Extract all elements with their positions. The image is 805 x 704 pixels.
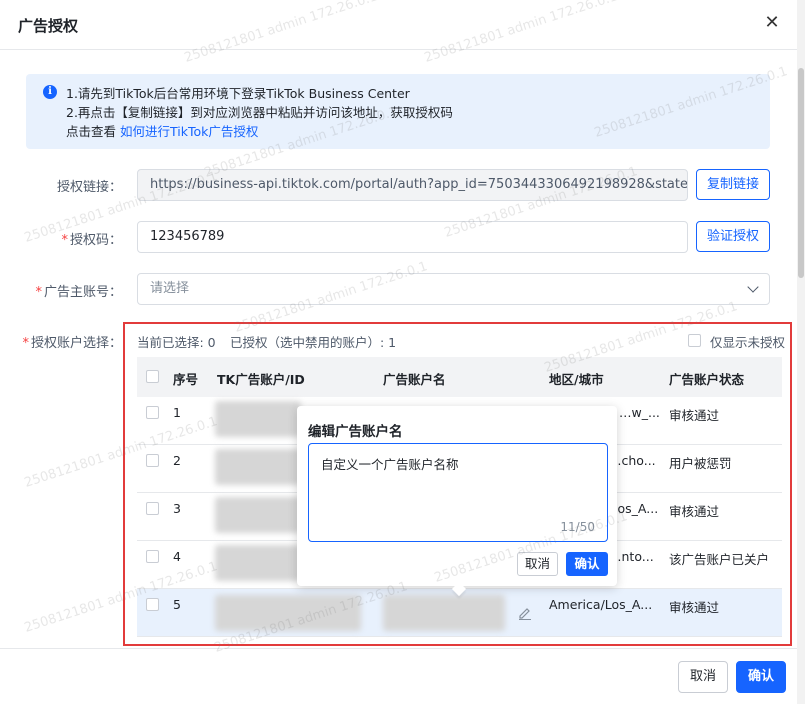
required-mark: *: [61, 233, 68, 248]
advertiser-label: * 广告主账号：: [35, 281, 122, 300]
chevron-down-icon: [747, 281, 759, 293]
notice-line-2: 2.再点击【复制链接】到对应浏览器中粘贴并访问该地址，获取授权码: [66, 105, 453, 120]
notice-line-1: 1.请先到TikTok后台常用环境下登录TikTok Business Cent…: [66, 86, 410, 101]
required-mark: *: [22, 336, 29, 351]
info-icon: i: [43, 85, 57, 99]
auth-code-label-text: 授权码：: [69, 233, 122, 248]
accounts-label-text: 授权账户选择：: [30, 336, 122, 351]
verify-auth-button[interactable]: 验证授权: [696, 221, 770, 252]
edit-name-popover: 编辑广告账户名 自定义一个广告账户名称 11/50 取消 确认: [297, 406, 617, 597]
required-mark: *: [35, 285, 42, 300]
account-name-textarea[interactable]: 自定义一个广告账户名称 11/50: [308, 443, 608, 542]
dialog-header: 广告授权 ✕: [0, 0, 797, 50]
scrollbar-thumb[interactable]: [798, 68, 804, 278]
advertiser-label-text: 广告主账号：: [43, 285, 122, 300]
scrollbar[interactable]: [797, 0, 805, 704]
popover-title: 编辑广告账户名: [308, 424, 403, 440]
confirm-button[interactable]: 确认: [736, 661, 786, 693]
popover-cancel-button[interactable]: 取消: [517, 552, 558, 576]
close-icon[interactable]: ✕: [761, 12, 783, 34]
advertiser-select[interactable]: 请选择: [137, 273, 770, 305]
auth-link-label: 授权链接：: [56, 180, 122, 195]
accounts-label: * 授权账户选择：: [22, 332, 122, 351]
char-count: 11/50: [560, 520, 595, 534]
notice-banner: i 1.请先到TikTok后台常用环境下登录TikTok Business Ce…: [26, 74, 770, 149]
auth-code-input[interactable]: 123456789: [137, 221, 688, 253]
auth-dialog: 广告授权 ✕ i 1.请先到TikTok后台常用环境下登录TikTok Busi…: [0, 0, 805, 704]
notice-line-3-prefix: 点击查看: [66, 124, 117, 139]
help-link[interactable]: 如何进行TikTok广告授权: [120, 124, 258, 139]
dialog-title: 广告授权: [18, 17, 79, 35]
dialog-footer: 取消 确认: [0, 648, 797, 704]
cancel-button[interactable]: 取消: [678, 661, 728, 693]
popover-confirm-button[interactable]: 确认: [566, 552, 608, 576]
auth-code-label: * 授权码：: [61, 229, 122, 248]
auth-link-field[interactable]: https://business-api.tiktok.com/portal/a…: [137, 169, 688, 201]
advertiser-placeholder: 请选择: [150, 281, 190, 296]
textarea-value: 自定义一个广告账户名称: [321, 457, 459, 472]
notice-line-3: 点击查看 如何进行TikTok广告授权: [66, 121, 258, 140]
copy-link-button[interactable]: 复制链接: [696, 169, 770, 200]
